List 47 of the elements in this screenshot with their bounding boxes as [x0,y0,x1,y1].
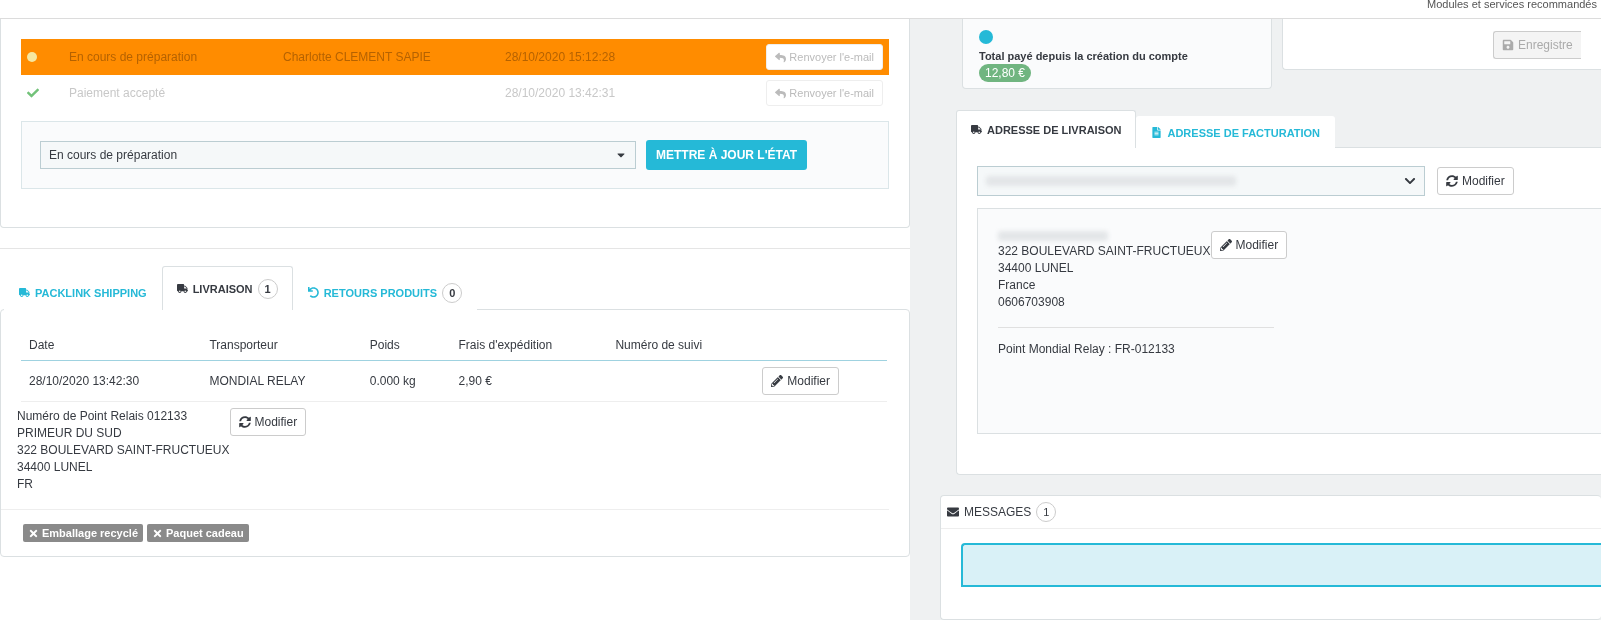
change-address-button[interactable]: Modifier [1437,167,1514,195]
info-icon [979,30,993,44]
recommended-modules-link[interactable]: Modules et services recommandés [1427,0,1597,10]
check-icon [27,87,39,99]
relay-point-address: Numéro de Point Relais 012133 PRIMEUR DU SUD 322 BOULEVARD SAINT-FRUCTUEUX 34400 LUNEL FR [17,408,230,493]
status-text: En cours de préparation [69,50,199,64]
cross-icon [152,527,163,539]
refresh-icon [238,416,251,428]
truck-icon [19,287,30,298]
address-select[interactable] [977,166,1425,196]
status-date: 28/10/2020 15:12:28 [505,50,617,64]
pencil-icon [771,375,784,387]
envelope-icon [947,506,959,518]
table-cell: 28/10/2020 13:42:30 [21,360,202,402]
shipping-tab[interactable]: LIVRAISON 1 [161,266,293,310]
column-header: Poids [361,330,451,361]
chevron-down-icon [1404,175,1416,187]
column-header: Date [21,330,202,361]
change-relay-button[interactable]: Modifier [229,408,307,436]
reply-icon [775,51,787,63]
total-paid-amount: 12,80 € [979,64,1032,82]
status-select[interactable]: En cours de préparation [40,141,636,169]
undo-icon [307,287,319,298]
total-paid-label: Total payé depuis la création du compte [979,50,1189,62]
address-tab[interactable]: ADRESSE DE LIVRAISON [956,110,1137,148]
table-cell: MONDIAL RELAY [201,360,362,402]
column-header: Frais d'expédition [450,330,608,361]
messages-title: MESSAGES [964,505,1032,519]
relay-point-text: Point Mondial Relay : FR-012133 [998,342,1175,356]
table-cell: 0.000 kg [361,360,451,402]
refresh-icon [1446,175,1458,187]
truck-icon [176,283,188,294]
truck-icon [971,124,982,135]
edit-address-button[interactable]: Modifier [1210,231,1288,259]
cross-icon [28,527,39,539]
edit-button[interactable]: Modifier [762,367,840,395]
reply-icon [775,87,787,99]
table-cell: 2,90 € [450,360,608,402]
option-tag: Emballage recyclé [23,524,143,542]
column-header: Numéro de suivi [607,330,755,361]
option-tag: Paquet cadeau [147,524,249,542]
employee-name: Charlotte CLEMENT SAPIE [283,50,432,64]
delivery-address: 322 BOULEVARD SAINT-FRUCTUEUX 34400 LUNEL France 0606703908 [998,243,1211,311]
document-icon [1151,127,1163,138]
status-dot-icon [27,52,37,62]
column-header: Transporteur [201,330,362,361]
pencil-icon [1219,239,1232,251]
